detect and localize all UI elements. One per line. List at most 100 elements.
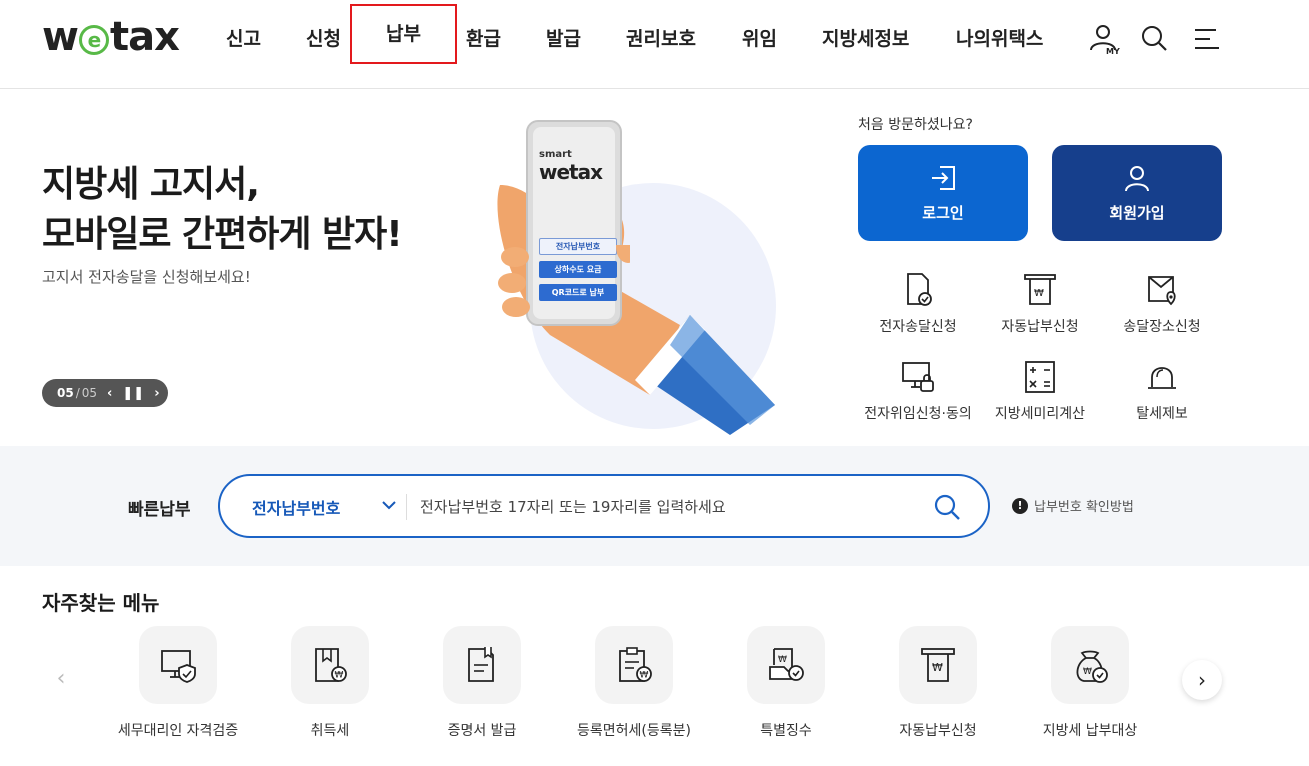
frequent-item-icon-box: ₩ <box>899 626 977 704</box>
location-mail-icon <box>1148 276 1176 306</box>
my-label: MY <box>1106 47 1120 56</box>
carousel-next-button[interactable]: › <box>1182 660 1222 700</box>
quick-link-delivery-place[interactable]: 송달장소신청 <box>1097 270 1227 336</box>
frequent-menu-title: 자주찾는 메뉴 <box>42 591 160 615</box>
frequent-item-payment-targets[interactable]: ₩ 지방세 납부대상 <box>1010 626 1170 740</box>
hero-title-line2: 모바일로 간편하게 받자! <box>42 214 403 255</box>
quick-link-label: 전자송달신청 <box>879 319 957 335</box>
site-header: w e tax 신고 신청 납부 환급 발급 권리보호 위임 지방세정보 나의위택스… <box>0 0 1309 89</box>
phone-smart-label: smart <box>539 149 572 160</box>
special-collection-icon: ₩ <box>769 648 804 681</box>
quick-link-label: 탈세제보 <box>1136 406 1188 422</box>
quick-link-tax-evasion-report[interactable]: 탈세제보 <box>1097 357 1227 423</box>
calculator-icon <box>1025 361 1055 393</box>
svg-text:₩: ₩ <box>640 671 649 681</box>
frequent-item-acquisition-tax[interactable]: ₩ 취득세 <box>250 626 410 740</box>
my-user-icon[interactable]: MY <box>1088 22 1122 56</box>
nav-item-payment[interactable]: 납부 <box>350 4 457 64</box>
frequent-item-icon-box <box>139 626 217 704</box>
menu-icon[interactable] <box>1190 22 1224 56</box>
carousel-prev-button[interactable]: ‹ <box>46 664 76 694</box>
logo-e: e <box>78 25 109 55</box>
frequent-item-icon-box: ₩ <box>595 626 673 704</box>
quick-link-auto-pay[interactable]: ₩ 자동납부신청 <box>975 270 1105 336</box>
nav-item-report[interactable]: 신고 <box>226 22 261 56</box>
wetax-logo[interactable]: w e tax <box>42 14 180 60</box>
login-button[interactable]: 로그인 <box>858 145 1028 241</box>
slide-total: 05 <box>81 386 98 400</box>
frequent-item-label: 증명서 발급 <box>447 723 517 739</box>
nav-item-rights[interactable]: 권리보호 <box>626 22 696 56</box>
login-icon <box>932 166 955 190</box>
certificate-icon <box>468 647 494 682</box>
logo-tax: tax <box>109 14 180 60</box>
nav-item-issue[interactable]: 발급 <box>546 22 581 56</box>
nav-item-apply[interactable]: 신청 <box>306 22 341 56</box>
acquisition-tax-icon: ₩ <box>315 648 347 682</box>
help-label: 납부번호 확인방법 <box>1034 500 1134 515</box>
payment-number-help-link[interactable]: ! 납부번호 확인방법 <box>1012 496 1134 515</box>
quick-link-label: 송달장소신청 <box>1123 319 1201 335</box>
frequent-item-icon-box <box>443 626 521 704</box>
frequent-item-label: 세무대리인 자격검증 <box>117 723 239 739</box>
svg-text:₩: ₩ <box>1034 288 1044 299</box>
quick-link-label: 자동납부신청 <box>1001 319 1079 335</box>
frequent-item-icon-box: ₩ <box>291 626 369 704</box>
nav-item-delegate[interactable]: 위임 <box>742 22 777 56</box>
fast-pay-section: 빠른납부 전자납부번호 ! 납부번호 확인방법 <box>0 446 1309 566</box>
hero-subtitle: 고지서 전자송달을 신청해보세요! <box>42 268 251 286</box>
quick-link-e-delivery[interactable]: 전자송달신청 <box>853 270 983 336</box>
fast-pay-searchbox: 전자납부번호 <box>218 474 990 538</box>
frequent-item-tax-agent-verify[interactable]: 세무대리인 자격검증 <box>98 626 258 740</box>
monitor-shield-icon <box>161 650 196 683</box>
pay-type-select[interactable]: 전자납부번호 <box>252 495 340 519</box>
frequent-item-auto-pay[interactable]: ₩ 자동납부신청 <box>858 626 1018 740</box>
quick-link-tax-calc[interactable]: 지방세미리계산 <box>975 357 1105 423</box>
svg-text:₩: ₩ <box>778 655 787 665</box>
slider-control: 05 / 05 ‹ ❚❚ › <box>42 379 168 407</box>
nav-item-my-wetax[interactable]: 나의위택스 <box>956 22 1043 56</box>
quick-link-label: 전자위임신청·동의 <box>864 406 972 422</box>
svg-text:₩: ₩ <box>932 661 943 674</box>
signup-label: 회원가입 <box>1109 204 1165 222</box>
hero-title: 지방세 고지서, 모바일로 간편하게 받자! <box>42 160 403 260</box>
hero-illustration: smart wetax 전자납부번호 상하수도 요금 QR코드로 납부 <box>490 115 790 435</box>
slide-pause-button[interactable]: ❚❚ <box>122 386 144 401</box>
first-visit-question: 처음 방문하셨나요? <box>858 117 973 133</box>
hero-banner: 지방세 고지서, 모바일로 간편하게 받자! 고지서 전자송달을 신청해보세요!… <box>0 90 1309 446</box>
nav-item-refund[interactable]: 환급 <box>466 22 501 56</box>
frequent-item-label: 자동납부신청 <box>899 723 977 739</box>
frequent-item-label: 등록면허세(등록분) <box>577 723 691 739</box>
user-icon <box>1125 166 1149 192</box>
auto-pay-icon: ₩ <box>921 648 955 682</box>
slide-prev-button[interactable]: ‹ <box>107 386 112 401</box>
money-bag-icon: ₩ <box>1076 650 1108 683</box>
hero-title-line1: 지방세 고지서, <box>42 164 260 205</box>
phone-logo: wetax <box>539 160 603 184</box>
chevron-down-icon[interactable] <box>380 496 398 514</box>
monitor-lock-icon <box>902 362 934 392</box>
slide-separator: / <box>75 386 80 400</box>
document-check-icon <box>907 273 932 306</box>
quick-link-e-delegation[interactable]: 전자위임신청·동의 <box>853 357 983 423</box>
svg-text:₩: ₩ <box>1083 667 1092 677</box>
search-icon[interactable] <box>932 492 962 522</box>
frequent-item-label: 취득세 <box>310 723 350 739</box>
slide-next-button[interactable]: › <box>154 386 159 401</box>
payment-number-input[interactable] <box>420 488 920 526</box>
svg-text:₩: ₩ <box>335 671 344 681</box>
frequent-item-label: 특별징수 <box>760 723 812 739</box>
signup-button[interactable]: 회원가입 <box>1052 145 1222 241</box>
login-label: 로그인 <box>922 204 964 222</box>
nav-item-local-tax-info[interactable]: 지방세정보 <box>822 22 909 56</box>
auto-pay-icon: ₩ <box>1024 274 1056 305</box>
frequent-item-certificate[interactable]: 증명서 발급 <box>402 626 562 740</box>
hand-fingers <box>498 245 630 317</box>
frequent-item-icon-box: ₩ <box>747 626 825 704</box>
slide-current: 05 <box>57 386 74 400</box>
search-icon[interactable] <box>1138 22 1172 56</box>
frequent-item-registration-tax[interactable]: ₩ 등록면허세(등록분) <box>554 626 714 740</box>
frequent-item-special-collection[interactable]: ₩ 특별징수 <box>706 626 866 740</box>
frequent-item-label: 지방세 납부대상 <box>1042 723 1138 739</box>
divider <box>406 494 407 520</box>
